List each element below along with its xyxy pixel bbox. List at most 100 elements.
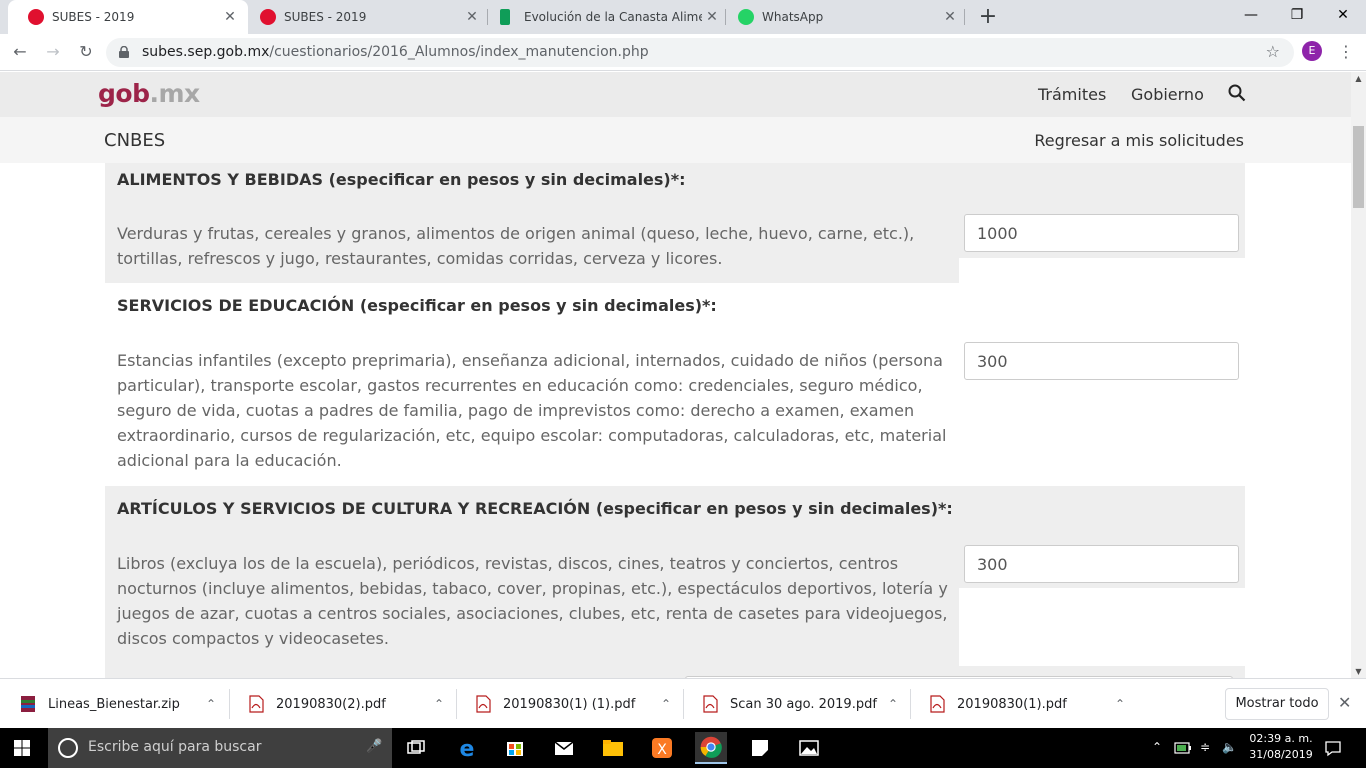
chevron-up-icon[interactable]: ⌃: [196, 697, 226, 711]
forward-arrow-icon[interactable]: →: [41, 40, 65, 64]
sticky-notes-icon[interactable]: [744, 732, 776, 764]
show-all-downloads-button[interactable]: Mostrar todo: [1225, 688, 1329, 720]
new-tab-button[interactable]: +: [976, 4, 1000, 30]
section-educacion: SERVICIOS DE EDUCACIÓN (especificar en p…: [105, 283, 1245, 486]
svg-text:X: X: [657, 742, 667, 758]
zip-file-icon: [21, 696, 35, 712]
store-icon[interactable]: [499, 732, 531, 764]
address-bar[interactable]: subes.sep.gob.mx/cuestionarios/2016_Alum…: [106, 38, 1294, 67]
close-tab-icon[interactable]: ✕: [940, 9, 960, 25]
wifi-icon[interactable]: ≑: [1200, 740, 1210, 754]
profile-avatar[interactable]: E: [1302, 41, 1322, 61]
battery-icon[interactable]: [1174, 742, 1192, 754]
scrollbar-thumb[interactable]: [1353, 126, 1364, 208]
tab-subes-1[interactable]: SUBES - 2019 ✕: [8, 0, 248, 34]
pdf-file-icon: [476, 695, 491, 713]
notifications-icon[interactable]: [1324, 739, 1342, 757]
logo-main: gob: [98, 79, 150, 108]
section-description: Libros (excluya los de la escuela), peri…: [117, 554, 948, 648]
pdf-file-icon: [249, 695, 264, 713]
show-hidden-icons-icon[interactable]: ⌃: [1152, 740, 1162, 754]
download-filename: 20190830(1) (1).pdf: [503, 696, 636, 712]
lock-icon: [119, 46, 129, 58]
form-content: ALIMENTOS Y BEBIDAS (especificar en peso…: [105, 163, 1245, 678]
reload-icon[interactable]: ↻: [74, 40, 98, 64]
educacion-input[interactable]: [964, 342, 1239, 380]
section-cultura: ARTÍCULOS Y SERVICIOS DE CULTURA Y RECRE…: [105, 486, 1245, 666]
file-explorer-icon[interactable]: [597, 732, 629, 764]
tab-title: WhatsApp: [762, 10, 824, 24]
tab-divider: [964, 9, 965, 25]
download-filename: Lineas_Bienestar.zip: [48, 696, 180, 712]
minimize-window-icon[interactable]: —: [1228, 0, 1274, 30]
scroll-up-icon[interactable]: ▲: [1351, 74, 1366, 83]
chrome-icon[interactable]: [695, 732, 727, 764]
gob-mx-logo[interactable]: gob.mx: [98, 79, 200, 108]
mail-icon[interactable]: [548, 732, 580, 764]
tab-title: SUBES - 2019: [52, 10, 135, 24]
cnbes-subheader: CNBES Regresar a mis solicitudes: [0, 117, 1351, 163]
close-tab-icon[interactable]: ✕: [220, 9, 240, 25]
bookmark-star-icon[interactable]: ☆: [1266, 42, 1280, 61]
chevron-up-icon[interactable]: ⌃: [424, 697, 454, 711]
logo-suffix: .mx: [149, 79, 200, 108]
windows-taskbar: Escribe aquí para buscar 🎤 e X ⌃ ≑ 🔈 02:…: [0, 728, 1366, 768]
edge-browser-icon[interactable]: e: [451, 732, 483, 764]
alimentos-input[interactable]: [964, 214, 1239, 252]
clock-time: 02:39 a. m.: [1249, 732, 1313, 745]
page-viewport: gob.mx Trámites Gobierno CNBES Regresar …: [0, 72, 1351, 678]
cultura-input[interactable]: [964, 545, 1239, 583]
cnbes-title: CNBES: [104, 130, 166, 151]
gob-header: gob.mx Trámites Gobierno: [0, 72, 1351, 117]
tab-whatsapp[interactable]: WhatsApp ✕: [718, 0, 968, 34]
url-text: subes.sep.gob.mx/cuestionarios/2016_Alum…: [142, 44, 649, 60]
close-window-icon[interactable]: ✕: [1320, 0, 1366, 30]
download-filename: Scan 30 ago. 2019.pdf: [730, 696, 877, 712]
download-shelf: Lineas_Bienestar.zip ⌃ 20190830(2).pdf ⌃…: [0, 678, 1366, 728]
browser-menu-icon[interactable]: ⋮: [1336, 41, 1356, 63]
download-item[interactable]: Lineas_Bienestar.zip ⌃: [0, 679, 226, 729]
volume-icon[interactable]: 🔈: [1222, 740, 1237, 754]
sheets-favicon-icon: [500, 9, 510, 25]
download-item[interactable]: 20190830(2).pdf ⌃: [228, 679, 454, 729]
field-background: [959, 588, 1245, 666]
download-filename: 20190830(2).pdf: [276, 696, 386, 712]
url-host: subes.sep.gob.mx: [142, 44, 270, 60]
page-scrollbar[interactable]: ▲ ▼: [1351, 72, 1366, 678]
taskbar-search-box[interactable]: Escribe aquí para buscar 🎤: [48, 728, 392, 768]
tab-title: Evolución de la Canasta Alimenta: [524, 10, 702, 24]
chevron-up-icon[interactable]: ⌃: [878, 697, 908, 711]
search-icon[interactable]: [1228, 84, 1246, 102]
taskbar-search-placeholder: Escribe aquí para buscar: [88, 739, 262, 755]
photos-icon[interactable]: [793, 732, 825, 764]
task-view-icon[interactable]: [400, 732, 432, 764]
subes-favicon-icon: [260, 9, 276, 25]
download-item[interactable]: Scan 30 ago. 2019.pdf ⌃: [682, 679, 908, 729]
close-tab-icon[interactable]: ✕: [462, 9, 482, 25]
xampp-icon[interactable]: X: [646, 732, 678, 764]
microphone-icon[interactable]: 🎤: [366, 739, 382, 754]
scroll-down-icon[interactable]: ▼: [1351, 667, 1366, 676]
section-heading: SERVICIOS DE EDUCACIÓN (especificar en p…: [117, 296, 717, 315]
back-to-requests-link[interactable]: Regresar a mis solicitudes: [1034, 131, 1244, 150]
nav-tramites-link[interactable]: Trámites: [1038, 85, 1106, 104]
windows-start-icon[interactable]: [14, 740, 30, 756]
chevron-up-icon[interactable]: ⌃: [1105, 697, 1135, 711]
close-shelf-icon[interactable]: ✕: [1338, 693, 1351, 712]
back-arrow-icon[interactable]: ←: [8, 40, 32, 64]
section-alimentos: ALIMENTOS Y BEBIDAS (especificar en peso…: [105, 163, 1245, 283]
restore-window-icon[interactable]: ❐: [1274, 0, 1320, 30]
url-path: /cuestionarios/2016_Alumnos/index_manute…: [269, 44, 649, 60]
section-next: [105, 666, 1245, 678]
field-background: [959, 258, 1245, 283]
chevron-up-icon[interactable]: ⌃: [651, 697, 681, 711]
download-item[interactable]: 20190830(1).pdf ⌃: [909, 679, 1135, 729]
tab-canasta[interactable]: Evolución de la Canasta Alimenta ✕: [480, 0, 730, 34]
tab-subes-2[interactable]: SUBES - 2019 ✕: [240, 0, 490, 34]
taskbar-clock[interactable]: 02:39 a. m. 31/08/2019: [1246, 731, 1316, 763]
cortana-icon: [58, 738, 78, 758]
tab-title: SUBES - 2019: [284, 10, 367, 24]
section-heading: ARTÍCULOS Y SERVICIOS DE CULTURA Y RECRE…: [117, 499, 953, 518]
nav-gobierno-link[interactable]: Gobierno: [1131, 85, 1204, 104]
download-item[interactable]: 20190830(1) (1).pdf ⌃: [455, 679, 681, 729]
